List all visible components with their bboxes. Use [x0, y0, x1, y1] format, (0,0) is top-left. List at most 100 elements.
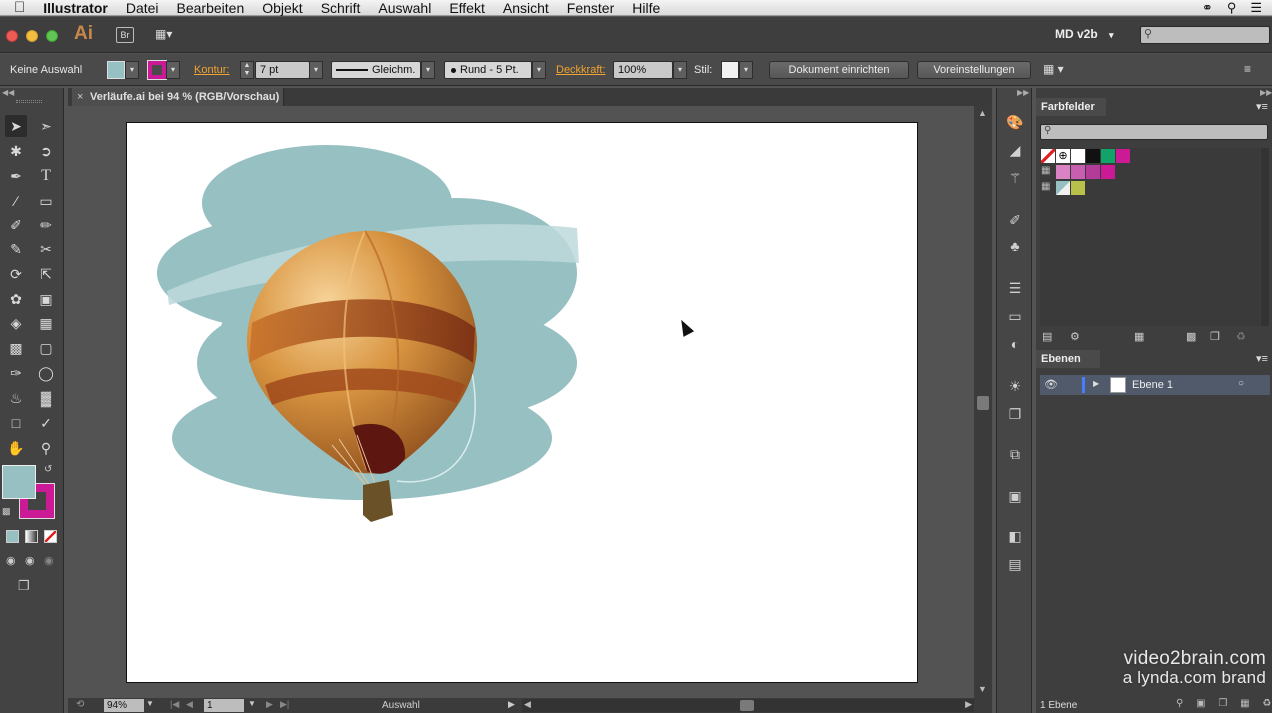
deckkraft-dropdown[interactable]: ▾ [673, 61, 687, 79]
stroke-profile-select[interactable]: Gleichm. [331, 61, 421, 79]
transparency-panel-icon[interactable]: ◐ [1005, 334, 1025, 354]
artboard-tool-icon[interactable]: □ [5, 412, 27, 434]
make-clipping-mask-icon[interactable]: ▣ [1196, 698, 1205, 709]
swatch-magenta[interactable] [1116, 149, 1130, 163]
farbfelder-search-input[interactable]: ⚲ [1040, 124, 1268, 140]
menu-auswahl[interactable]: Auswahl [369, 0, 440, 16]
menu-effekt[interactable]: Effekt [440, 0, 494, 16]
strip-collapse-icon[interactable]: ▶▶ [1017, 88, 1029, 97]
zoom-level-field[interactable]: 94% [104, 699, 144, 712]
vertical-scroll-thumb[interactable] [977, 396, 989, 410]
rotate-view-icon[interactable]: ⟲ [76, 699, 84, 710]
farbfelder-title[interactable]: Farbfelder [1036, 98, 1106, 116]
paintbrush-tool-icon[interactable]: ✐ [5, 214, 27, 236]
ebenen-menu-icon[interactable]: ▾≡ [1256, 352, 1268, 365]
swatch-pink-1[interactable] [1056, 165, 1070, 179]
panel-grip[interactable] [16, 100, 42, 103]
close-tab-icon[interactable]: × [77, 88, 83, 106]
swatch-options-icon[interactable]: ▦ [1134, 330, 1144, 343]
prev-artboard-icon[interactable]: ◀ [186, 699, 193, 710]
artboard-number-field[interactable]: 1 [204, 699, 244, 712]
fill-color-swatch[interactable] [107, 61, 125, 79]
screen-mode-icon[interactable]: ❐ [18, 578, 30, 594]
rectangle-tool-icon[interactable]: ▭ [35, 190, 57, 212]
brush-dropdown[interactable]: ▾ [532, 61, 546, 79]
delete-layer-icon[interactable]: ♻ [1262, 698, 1271, 709]
menu-app-name[interactable]: Illustrator [34, 0, 117, 16]
kontur-label[interactable]: Kontur: [194, 54, 229, 86]
swap-fill-stroke-icon[interactable]: ↺ [44, 464, 52, 475]
mesh-tool-icon[interactable]: ▩ [5, 337, 27, 359]
swatch-olive[interactable] [1071, 181, 1085, 195]
swatch-pink-4[interactable] [1101, 165, 1115, 179]
zoom-dropdown[interactable]: ▼ [146, 699, 154, 708]
color-panel-icon[interactable]: 🎨 [1005, 112, 1025, 132]
document-grid-icon[interactable]: ▦ ▾ [1043, 62, 1064, 76]
arrange-documents-icon[interactable]: ▦▾ [155, 27, 181, 43]
balloon-artwork[interactable] [127, 123, 918, 683]
lasso-tool-icon[interactable]: ➲ [35, 140, 57, 162]
menu-datei[interactable]: Datei [117, 0, 168, 16]
new-color-group-icon[interactable]: ▩ [1186, 330, 1196, 343]
hand-tool-icon[interactable]: ✋ [5, 437, 27, 459]
swatches-scrollbar[interactable] [1261, 148, 1269, 326]
zoom-tool-icon[interactable]: ⚲ [35, 437, 57, 459]
swatch-teal[interactable] [1056, 181, 1070, 195]
menu-fenster[interactable]: Fenster [558, 0, 623, 16]
zoom-window-button[interactable] [46, 30, 58, 42]
deckkraft-label[interactable]: Deckkraft: [556, 54, 606, 86]
close-window-button[interactable] [6, 30, 18, 42]
scroll-up-icon[interactable]: ▲ [978, 108, 987, 118]
swatch-kinds-icon[interactable]: ⚙ [1070, 330, 1080, 343]
fill-color-box[interactable] [2, 465, 36, 499]
panel-collapse-icon[interactable]: ◀◀ [2, 88, 14, 97]
menu-ansicht[interactable]: Ansicht [494, 0, 558, 16]
stroke-dropdown[interactable]: ▾ [166, 61, 180, 79]
new-sublayer-icon[interactable]: ❐ [1218, 698, 1227, 709]
scroll-right-icon[interactable]: ▶ [965, 699, 972, 710]
layers-stack-icon[interactable]: ⧉ [1005, 444, 1025, 464]
color-guide-icon[interactable]: ◢ [1005, 140, 1025, 160]
pen-tool-icon[interactable]: ✒ [5, 165, 27, 187]
default-colors-icon[interactable]: ▩ [2, 506, 11, 517]
rotate-tool-icon[interactable]: ⟳ [5, 263, 27, 285]
next-artboard-icon[interactable]: ▶ [266, 699, 273, 710]
help-search-input[interactable]: ⚲ [1140, 26, 1270, 44]
brushes-panel-icon[interactable]: ✐ [1005, 210, 1025, 230]
swatch-green[interactable] [1101, 149, 1115, 163]
gradient-mode-icon[interactable] [25, 530, 38, 543]
first-artboard-icon[interactable]: |◀ [170, 699, 179, 710]
expand-layer-icon[interactable]: ▶ [1093, 379, 1099, 388]
scale-tool-icon[interactable]: ⇱ [35, 263, 57, 285]
locate-object-icon[interactable]: ⚲ [1176, 698, 1183, 709]
draw-behind-icon[interactable]: ◉ [25, 554, 35, 567]
fill-dropdown[interactable]: ▾ [125, 61, 139, 79]
menu-bearbeiten[interactable]: Bearbeiten [168, 0, 254, 16]
symbol-sprayer-tool-icon[interactable]: ♨ [5, 387, 27, 409]
eye-visibility-icon[interactable]: 👁 [1044, 378, 1058, 391]
dock-collapse-icon[interactable]: ▶▶ [1260, 88, 1272, 97]
shape-builder-tool-icon[interactable]: ◈ [5, 312, 27, 334]
minimize-window-button[interactable] [26, 30, 38, 42]
brush-definition-select[interactable]: Rund - 5 Pt. [444, 61, 532, 79]
artboard-dropdown[interactable]: ▼ [248, 699, 256, 708]
color-mode-icon[interactable] [6, 530, 19, 543]
vertical-scrollbar[interactable]: ▲ ▼ [974, 106, 992, 698]
warp-tool-icon[interactable]: ✿ [5, 288, 27, 310]
swatch-white[interactable] [1071, 149, 1085, 163]
symbols-panel-icon[interactable]: ♣ [1005, 236, 1025, 256]
swatch-black[interactable] [1086, 149, 1100, 163]
pencil-tool-icon[interactable]: ✏ [35, 214, 57, 236]
eyedropper-tool-icon[interactable]: ✑ [5, 362, 27, 384]
menu-hilfe[interactable]: Hilfe [623, 0, 669, 16]
stroke-profile-dropdown[interactable]: ▾ [421, 61, 435, 79]
slice-tool-icon[interactable]: ✓ [35, 412, 57, 434]
dokument-einrichten-button[interactable]: Dokument einrichten [769, 61, 909, 79]
scissors-tool-icon[interactable]: ✂ [35, 238, 57, 260]
kontur-stepper[interactable]: ▲ ▼ [240, 61, 254, 79]
horizontal-scrollbar[interactable]: ◀ ▶ [522, 699, 974, 712]
graphic-style-dropdown[interactable]: ▾ [739, 61, 753, 79]
menu-objekt[interactable]: Objekt [253, 0, 311, 16]
stroke-color-swatch[interactable] [147, 60, 167, 80]
scroll-down-icon[interactable]: ▼ [978, 684, 987, 694]
